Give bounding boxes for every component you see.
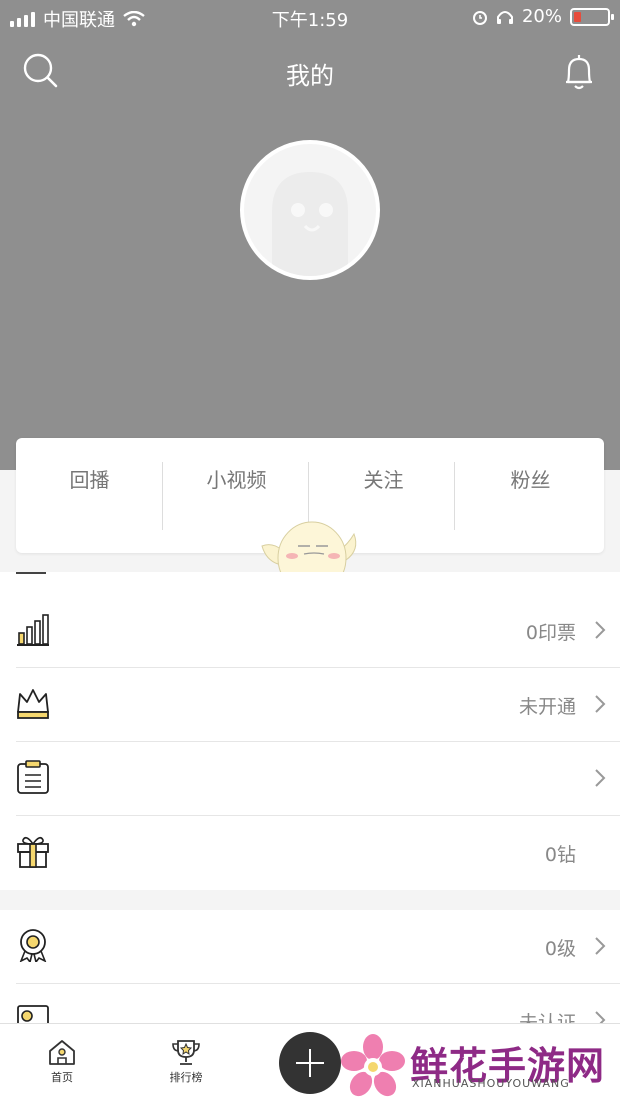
gift-icon (17, 836, 49, 868)
watermark: 鲜花手游网 XIANHUASHOUYOUWANG (340, 1033, 620, 1099)
flower-logo-icon (341, 1034, 405, 1097)
medal-icon (19, 929, 47, 962)
tab-following[interactable]: 关注 (310, 464, 457, 493)
chevron-right-icon (595, 937, 606, 955)
ghost-avatar-icon (272, 172, 348, 276)
tab-short-video[interactable]: 小视频 (163, 464, 310, 493)
headphones-icon (496, 10, 513, 24)
menu-list: 0印票 未开通 0钻 (0, 572, 620, 890)
avatar[interactable] (240, 140, 380, 280)
list-item-level[interactable]: 0级 (16, 910, 620, 984)
tab-replay[interactable]: 回播 (16, 464, 163, 493)
watermark-en: XIANHUASHOUYOUWANG (412, 1077, 570, 1090)
chevron-right-icon (595, 769, 606, 787)
menu-list-2: 0级 未认证 (0, 910, 620, 1023)
verify-value: 未认证 (518, 1012, 576, 1023)
chevron-right-icon (595, 621, 606, 639)
page-title: 我的 (286, 62, 334, 90)
bar-chart-icon (17, 614, 49, 646)
trophy-icon (172, 1040, 200, 1065)
chevron-right-icon (595, 695, 606, 713)
list-item-vip[interactable]: 未开通 (16, 668, 620, 742)
tab-divider (454, 462, 455, 530)
tab-fans[interactable]: 粉丝 (457, 464, 604, 493)
list-item-diamonds[interactable]: 0钻 (16, 816, 620, 890)
nav-home-label: 首页 (51, 1071, 73, 1084)
id-card-icon (17, 1005, 49, 1023)
alarm-icon (472, 10, 487, 25)
nav-ranking[interactable]: 排行榜 (146, 1038, 226, 1085)
notification-bell-icon[interactable] (562, 52, 596, 92)
vip-value: 未开通 (518, 696, 576, 718)
top-bar: 我的 (0, 48, 620, 92)
section-gap (0, 890, 620, 910)
level-value: 0级 (544, 938, 576, 960)
crown-icon (17, 689, 49, 719)
clipboard-icon (17, 760, 49, 794)
list-item-verify[interactable]: 未认证 (16, 984, 620, 1023)
nav-home[interactable]: 首页 (22, 1038, 102, 1085)
list-item-tickets[interactable]: 0印票 (16, 594, 620, 668)
chevron-right-icon (595, 1011, 606, 1023)
home-icon (49, 1040, 75, 1065)
list-item-tasks[interactable] (16, 742, 620, 816)
tickets-value: 0印票 (525, 622, 576, 644)
battery-icon (570, 7, 614, 26)
status-bar: 中国联通 下午1:59 20% (0, 0, 620, 34)
battery-percent: 20% (521, 6, 562, 27)
profile-header: 中国联通 下午1:59 20% 我的 (0, 0, 620, 470)
nav-ranking-label: 排行榜 (169, 1071, 203, 1084)
diamonds-value: 0钻 (544, 844, 576, 866)
add-live-button[interactable] (279, 1032, 341, 1094)
partial-icon (16, 572, 46, 574)
